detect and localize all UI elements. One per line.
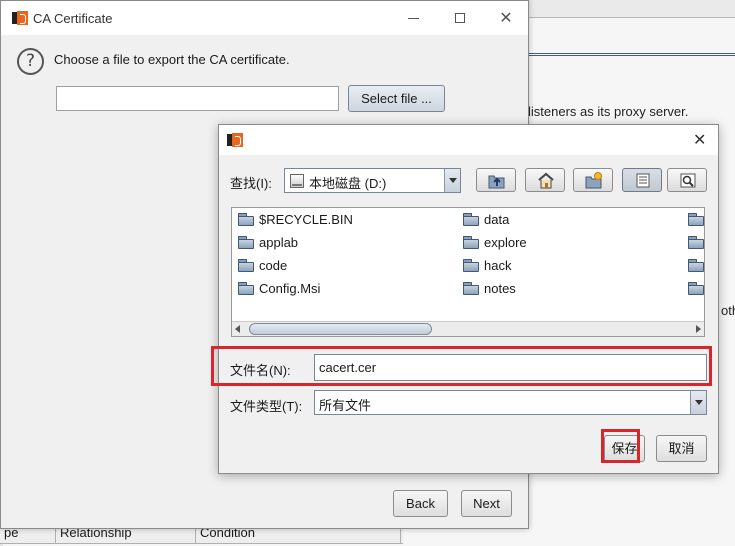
scroll-left-icon[interactable] (235, 325, 240, 333)
minimize-button[interactable] (390, 1, 436, 35)
maximize-icon (455, 13, 465, 23)
folder-item-partial[interactable] (688, 255, 704, 275)
folder-item[interactable]: explore (463, 232, 527, 252)
folder-item[interactable]: Config.Msi (238, 278, 320, 298)
folder-name: code (259, 257, 288, 273)
folder-item-partial[interactable] (688, 278, 704, 298)
chevron-down-icon[interactable] (444, 169, 460, 192)
burp-logo-icon (227, 133, 243, 147)
home-button[interactable] (525, 168, 565, 192)
folder-item[interactable]: applab (238, 232, 298, 252)
background-tab-bar (528, 0, 735, 18)
file-type-combo[interactable]: 所有文件 (314, 390, 707, 415)
background-description-text: listeners as its proxy server. (528, 104, 689, 119)
up-folder-icon (488, 175, 505, 189)
folder-icon (463, 258, 479, 272)
dialog-title: CA Certificate (33, 11, 113, 26)
close-icon[interactable]: ✕ (693, 130, 706, 149)
folder-item[interactable]: data (463, 209, 509, 229)
folder-item-partial[interactable] (688, 209, 704, 229)
home-icon (538, 172, 554, 189)
close-icon: ✕ (499, 8, 513, 27)
details-view-button[interactable] (667, 168, 707, 192)
folder-icon (463, 212, 479, 226)
folder-icon (463, 235, 479, 249)
folder-name: data (484, 211, 510, 227)
scrollbar-thumb[interactable] (249, 323, 432, 335)
back-button[interactable]: Back (393, 490, 448, 517)
file-list[interactable]: $RECYCLE.BIN applab code Config.Msi data… (231, 207, 705, 337)
folder-name: applab (259, 234, 299, 250)
folder-name: hack (484, 257, 512, 273)
folder-icon (688, 258, 704, 272)
next-button[interactable]: Next (461, 490, 512, 517)
folder-icon (238, 235, 254, 249)
scroll-right-icon[interactable] (696, 325, 701, 333)
file-type-label: 文件类型(T): (230, 399, 303, 414)
chevron-down-icon[interactable] (690, 391, 706, 414)
background-truncated-text: oth (721, 303, 735, 318)
folder-item[interactable]: code (238, 255, 287, 275)
folder-name: $RECYCLE.BIN (259, 211, 353, 227)
list-view-button[interactable] (622, 168, 662, 192)
new-folder-icon (585, 172, 602, 189)
burp-logo-icon (12, 11, 28, 25)
folder-item[interactable]: hack (463, 255, 511, 275)
folder-icon (238, 258, 254, 272)
folder-icon (238, 281, 254, 295)
list-view-icon (636, 173, 650, 188)
question-icon: ? (17, 48, 44, 75)
drive-icon (290, 174, 304, 188)
file-type-value: 所有文件 (319, 398, 372, 413)
select-file-button[interactable]: Select file ... (348, 85, 445, 112)
folder-icon (688, 235, 704, 249)
cancel-button[interactable]: 取消 (656, 435, 707, 462)
folder-item[interactable]: notes (463, 278, 516, 298)
save-file-dialog: ✕ 查找(I): 本地磁盘 (D:) $RECYCLE.BIN applab c… (218, 124, 719, 474)
folder-item-partial[interactable] (688, 232, 704, 252)
folder-name: notes (484, 280, 516, 296)
folder-icon (688, 281, 704, 295)
save-button[interactable]: 保存 (604, 435, 645, 462)
look-in-value: 本地磁盘 (D:) (309, 176, 387, 191)
horizontal-scrollbar[interactable] (232, 321, 704, 336)
chooser-titlebar[interactable]: ✕ (219, 125, 718, 155)
folder-name: Config.Msi (259, 280, 321, 296)
dialog-prompt: Choose a file to export the CA certifica… (54, 52, 290, 67)
folder-icon (238, 212, 254, 226)
export-file-path-input[interactable] (56, 86, 339, 111)
file-name-input[interactable] (314, 354, 707, 381)
new-folder-button[interactable] (573, 168, 613, 192)
dialog-titlebar[interactable]: CA Certificate ✕ (1, 1, 528, 35)
up-folder-button[interactable] (476, 168, 516, 192)
look-in-label: 查找(I): (230, 176, 272, 191)
background-divider (528, 53, 735, 56)
close-button[interactable]: ✕ (483, 1, 529, 35)
folder-icon (688, 212, 704, 226)
minimize-icon (407, 17, 419, 19)
maximize-button[interactable] (437, 1, 483, 35)
folder-item[interactable]: $RECYCLE.BIN (238, 209, 353, 229)
folder-icon (463, 281, 479, 295)
look-in-combo[interactable]: 本地磁盘 (D:) (284, 168, 461, 193)
folder-name: explore (484, 234, 527, 250)
details-view-icon (680, 173, 696, 188)
file-name-label: 文件名(N): (230, 363, 291, 378)
